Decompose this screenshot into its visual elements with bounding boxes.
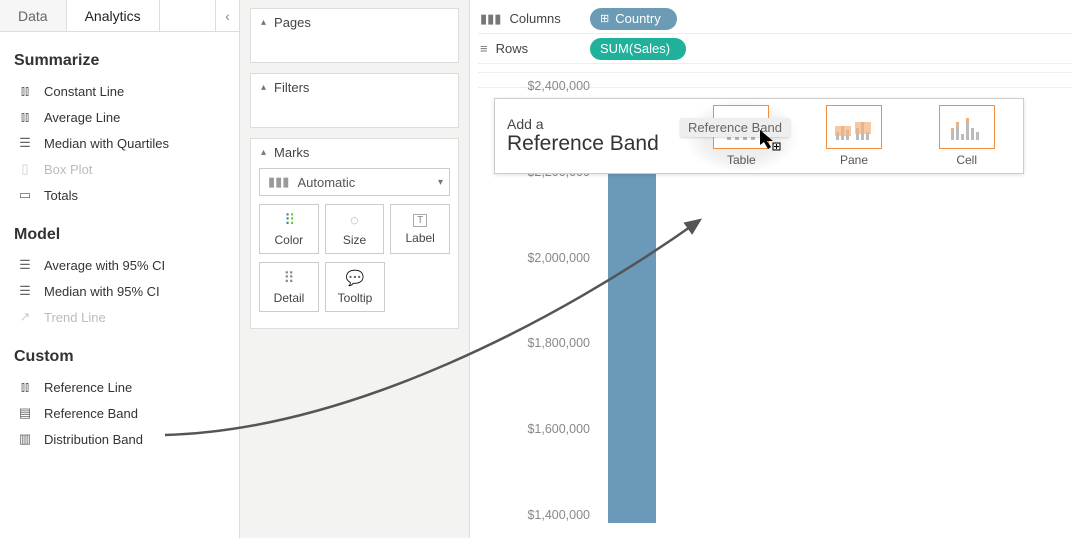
tooltip-icon: 💬 — [346, 269, 365, 287]
drop-object-label: Reference Band — [507, 132, 673, 156]
analytics-box-plot: ▯ Box Plot — [14, 156, 225, 182]
columns-shelf-label: Columns — [509, 11, 560, 26]
drop-add-label: Add a — [507, 116, 673, 132]
box-plot-icon: ▯ — [16, 161, 34, 177]
axis-tick: $2,000,000 — [527, 251, 590, 265]
size-icon: ◌ — [350, 212, 359, 229]
collapse-pane-button[interactable]: ‹ — [215, 0, 239, 31]
plus-icon: ⊞ — [600, 12, 609, 25]
axis-tick: $1,400,000 — [527, 508, 590, 522]
analytics-item-label: Reference Band — [44, 406, 138, 421]
mark-detail-button[interactable]: ⠿ Detail — [259, 262, 319, 312]
mark-button-label: Color — [274, 233, 303, 247]
mark-type-select[interactable]: ▮▮▮ Automatic ▾ — [259, 168, 450, 196]
analytics-constant-line[interactable]: ⫾⫾ Constant Line — [14, 78, 225, 104]
custom-heading: Custom — [14, 348, 225, 366]
pill-label: SUM(Sales) — [600, 41, 670, 56]
analytics-reference-line[interactable]: ⫾⫾ Reference Line — [14, 374, 225, 400]
mark-color-button[interactable]: Color — [259, 204, 319, 254]
axis-tick: $1,600,000 — [527, 422, 590, 436]
mark-button-label: Label — [405, 231, 434, 245]
rows-shelf[interactable]: ≡ Rows SUM(Sales) — [478, 34, 1072, 64]
analytics-item-label: Box Plot — [44, 162, 92, 177]
axis-tick: $1,800,000 — [527, 336, 590, 350]
drop-cell-thumb — [939, 105, 995, 149]
average-ci-icon: ☰ — [16, 257, 34, 273]
analytics-item-label: Totals — [44, 188, 78, 203]
median-ci-icon: ☰ — [16, 283, 34, 299]
columns-shelf[interactable]: ▮▮▮ Columns ⊞ Country — [478, 4, 1072, 34]
view-canvas: ▮▮▮ Columns ⊞ Country ≡ Rows SUM(Sales) — [470, 0, 1080, 538]
analytics-totals[interactable]: ▭ Totals — [14, 182, 225, 208]
detail-icon: ⠿ — [284, 269, 295, 287]
color-icon — [284, 211, 293, 229]
analytics-item-label: Median with 95% CI — [44, 284, 160, 299]
drop-caption: Cell — [956, 153, 977, 167]
mark-button-label: Detail — [274, 291, 305, 305]
rows-icon: ≡ — [480, 41, 488, 56]
analytics-average-ci[interactable]: ☰ Average with 95% CI — [14, 252, 225, 278]
totals-icon: ▭ — [16, 187, 34, 203]
analytics-pane: Data Analytics ‹ Summarize ⫾⫾ Constant L… — [0, 0, 240, 538]
pill-label: Country — [615, 11, 661, 26]
columns-pill-country[interactable]: ⊞ Country — [590, 8, 677, 30]
analytics-item-label: Constant Line — [44, 84, 124, 99]
analytics-item-label: Average Line — [44, 110, 120, 125]
chevron-down-icon: ▾ — [438, 169, 443, 195]
axis-tick: $2,400,000 — [527, 79, 590, 93]
rows-shelf-label: Rows — [496, 41, 529, 56]
chevron-up-icon: ▴ — [261, 82, 266, 93]
constant-line-icon: ⫾⫾ — [16, 83, 34, 99]
mark-size-button[interactable]: ◌ Size — [325, 204, 385, 254]
mark-button-label: Tooltip — [338, 291, 373, 305]
drop-pane-thumb — [826, 105, 882, 149]
pages-label: Pages — [274, 15, 311, 30]
median-quartiles-icon: ☰ — [16, 135, 34, 151]
drag-ghost-reference-band: Reference Band — [680, 118, 790, 137]
tab-analytics[interactable]: Analytics — [67, 0, 160, 31]
config-column: ▴ Pages ▴ Filters ▴ Marks ▮▮▮ Automatic … — [240, 0, 470, 538]
analytics-item-label: Median with Quartiles — [44, 136, 169, 151]
marks-label: Marks — [274, 145, 309, 160]
model-heading: Model — [14, 226, 225, 244]
chevron-up-icon: ▴ — [261, 17, 266, 28]
columns-icon: ▮▮▮ — [480, 11, 501, 27]
average-line-icon: ⫾⫾ — [16, 109, 34, 125]
analytics-median-ci[interactable]: ☰ Median with 95% CI — [14, 278, 225, 304]
filters-label: Filters — [274, 80, 309, 95]
mark-type-value: Automatic — [297, 175, 355, 190]
mark-tooltip-button[interactable]: 💬 Tooltip — [325, 262, 385, 312]
analytics-trend-line: ↗ Trend Line — [14, 304, 225, 330]
marks-card: ▴ Marks ▮▮▮ Automatic ▾ Color ◌ Size T L… — [250, 138, 459, 329]
summarize-heading: Summarize — [14, 52, 225, 70]
label-icon: T — [413, 214, 427, 227]
rows-pill-sales[interactable]: SUM(Sales) — [590, 38, 686, 60]
analytics-item-label: Distribution Band — [44, 432, 143, 447]
reference-line-icon: ⫾⫾ — [16, 379, 34, 395]
mark-button-label: Size — [343, 233, 366, 247]
trend-line-icon: ↗ — [16, 309, 34, 325]
distribution-band-icon: ▥ — [16, 431, 34, 447]
chevron-up-icon: ▴ — [261, 147, 266, 158]
analytics-reference-band[interactable]: ▤ Reference Band — [14, 400, 225, 426]
reference-band-icon: ▤ — [16, 405, 34, 421]
analytics-median-quartiles[interactable]: ☰ Median with Quartiles — [14, 130, 225, 156]
mark-label-button[interactable]: T Label — [390, 204, 450, 254]
pages-card[interactable]: ▴ Pages — [250, 8, 459, 63]
analytics-item-label: Average with 95% CI — [44, 258, 165, 273]
analytics-item-label: Trend Line — [44, 310, 106, 325]
drop-caption: Pane — [840, 153, 868, 167]
drop-target-cell[interactable]: Cell — [910, 99, 1023, 173]
drop-target-pane[interactable]: Pane — [798, 99, 911, 173]
analytics-average-line[interactable]: ⫾⫾ Average Line — [14, 104, 225, 130]
filters-card[interactable]: ▴ Filters — [250, 73, 459, 128]
analytics-distribution-band[interactable]: ▥ Distribution Band — [14, 426, 225, 452]
drop-caption: Table — [727, 153, 756, 167]
bar-chart-icon: ▮▮▮ — [268, 174, 289, 190]
tab-data[interactable]: Data — [0, 0, 67, 31]
analytics-item-label: Reference Line — [44, 380, 132, 395]
